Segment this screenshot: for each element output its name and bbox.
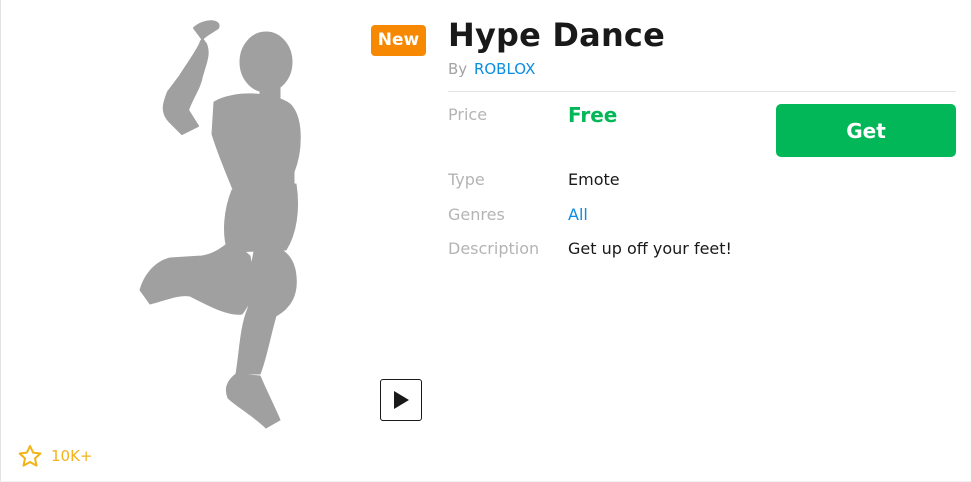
description-label: Description <box>448 239 540 258</box>
favorite-button[interactable]: 10K+ <box>17 444 93 468</box>
creator-line: By ROBLOX <box>448 60 535 78</box>
play-preview-button[interactable] <box>380 379 422 421</box>
emote-thumbnail <box>110 14 350 434</box>
new-badge: New <box>371 25 426 56</box>
description-text: Get up off your feet! <box>568 239 732 258</box>
price-label: Price <box>448 105 488 124</box>
genre-link-all[interactable]: All <box>568 205 588 224</box>
play-icon <box>394 391 409 409</box>
type-value: Emote <box>568 170 620 189</box>
type-label: Type <box>448 170 485 189</box>
by-label: By <box>448 60 468 78</box>
dancer-silhouette-image <box>139 20 301 429</box>
details-divider <box>448 91 956 92</box>
genres-label: Genres <box>448 205 505 224</box>
get-button[interactable]: Get <box>776 104 956 157</box>
price-value: Free <box>568 103 618 127</box>
creator-link[interactable]: ROBLOX <box>474 60 535 78</box>
favorite-count: 10K+ <box>51 447 93 465</box>
item-title: Hype Dance <box>448 16 665 54</box>
left-border <box>0 0 1 482</box>
star-outline-icon <box>18 445 42 467</box>
